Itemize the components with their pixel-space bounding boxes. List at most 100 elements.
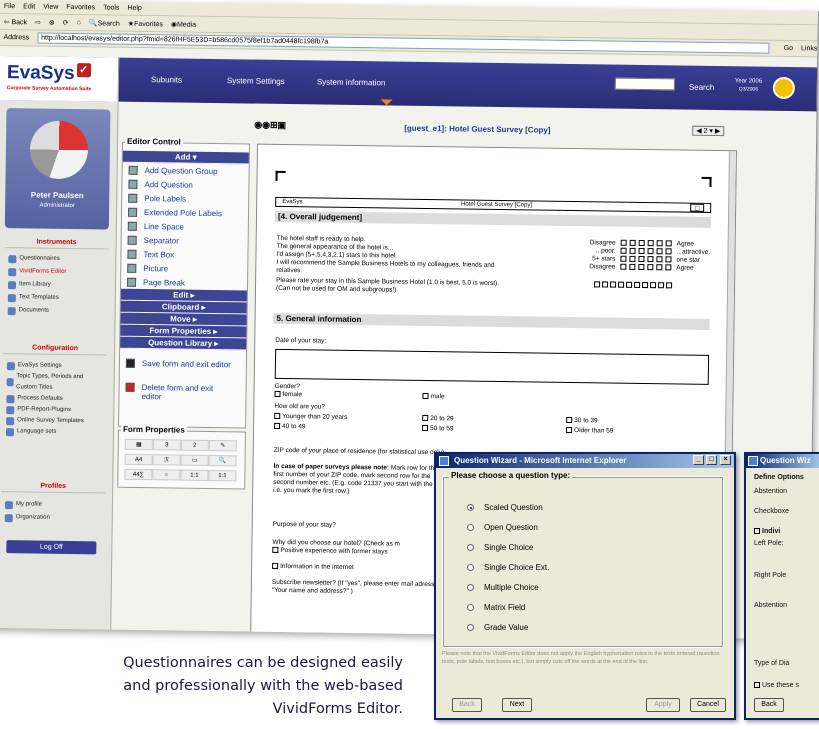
menu-documents[interactable]: Documents <box>7 304 66 318</box>
option-matrix-field[interactable]: Matrix Field <box>467 603 525 612</box>
save-exit-button[interactable]: Save form and exit editor <box>120 358 246 385</box>
back-button[interactable]: Back <box>754 698 784 712</box>
cancel-button[interactable]: Cancel <box>690 698 726 712</box>
section-overall-judgement[interactable]: [4. Overall judgement] <box>274 210 712 228</box>
apply-button[interactable]: Apply <box>646 698 680 712</box>
menu-help[interactable]: Help <box>127 5 142 12</box>
stop-icon[interactable]: ⊗ <box>49 18 55 26</box>
option-single-choice-ext[interactable]: Single Choice Ext. <box>467 563 549 572</box>
zoom-icon[interactable]: 🔍 <box>208 454 237 467</box>
menu-favorites[interactable]: Favorites <box>66 4 95 11</box>
age-option[interactable]: 40 to 49 <box>274 423 306 431</box>
option-label: Single Choice Ext. <box>484 563 550 572</box>
nav-system-information[interactable]: System information <box>317 77 386 87</box>
option-grade-value[interactable]: Grade Value <box>467 623 528 632</box>
close-button[interactable]: × <box>720 455 731 465</box>
age-option[interactable]: 30 to 39 <box>566 417 598 425</box>
control-label: Pole Labels <box>144 193 187 204</box>
age-option[interactable]: 50 to 59 <box>422 425 454 433</box>
paper-a4-button[interactable]: A4 <box>124 453 153 466</box>
control-label: Separator <box>143 235 179 246</box>
control-label: Page Break <box>143 277 185 288</box>
favorites-button[interactable]: ★Favorites <box>128 19 163 27</box>
menu-edit[interactable]: Edit <box>23 3 35 10</box>
question-library-header[interactable]: Question Library ▸ <box>120 336 247 351</box>
columns-3-button[interactable]: 3 <box>152 439 181 451</box>
menu-topic-types[interactable]: Topic Types, Periods and Custom Titles <box>6 371 103 394</box>
search-input[interactable] <box>614 77 675 91</box>
reason-internet[interactable]: Information in the internet <box>272 563 354 572</box>
back-button[interactable]: Back <box>452 698 482 712</box>
scale-boxes[interactable] <box>620 263 672 281</box>
menu-text-templates[interactable]: Text Templates <box>7 291 66 305</box>
go-button[interactable]: Go <box>784 45 793 52</box>
section-general-information[interactable]: 5. General information <box>273 312 710 330</box>
ratio-1-button[interactable]: 1:1 <box>180 469 209 481</box>
option-scaled-question[interactable]: Scaled Question <box>467 503 543 512</box>
circle-icon[interactable]: ○ <box>152 469 181 481</box>
editor-toolbar: ◉◉⊞▣ <box>254 120 286 131</box>
menu-view[interactable]: View <box>43 4 58 11</box>
menu-my-profile[interactable]: My profile <box>4 498 50 512</box>
sum-button[interactable]: 44∑ <box>124 468 153 481</box>
forward-icon[interactable]: ⇨ <box>35 18 41 26</box>
back-button[interactable]: ⇦ Back <box>4 18 27 26</box>
evasys-logo[interactable]: EvaSys ✓ Corporate Survey Automation Suit… <box>0 55 120 102</box>
date-input-box[interactable] <box>274 348 710 385</box>
nav-subunits[interactable]: Subunits <box>151 75 182 84</box>
option-single-choice[interactable]: Single Choice <box>467 543 533 552</box>
gender-male[interactable]: male <box>422 393 445 401</box>
menu-item-library[interactable]: Item Library <box>7 278 66 292</box>
menu-vividforms-editor[interactable]: VividForms Editor <box>8 265 67 279</box>
home-icon[interactable]: ⌂ <box>77 19 81 26</box>
option-open-question[interactable]: Open Question <box>467 523 538 532</box>
pie-chart-graphic <box>29 120 89 180</box>
columns-icon[interactable]: ▦ <box>124 438 153 451</box>
grade-boxes[interactable] <box>594 281 673 298</box>
menu-label: Online Survey Templates <box>17 417 84 425</box>
online-icon <box>6 416 15 425</box>
preview-icon[interactable]: ▣ <box>277 120 286 130</box>
logoff-button[interactable]: Log Off <box>6 540 97 555</box>
age-option[interactable]: 20 to 29 <box>422 415 454 423</box>
menu-tools[interactable]: Tools <box>103 4 119 11</box>
age-option[interactable]: Older than 59 <box>566 427 613 436</box>
links-label[interactable]: Links <box>801 45 817 52</box>
menu-file[interactable]: File <box>4 3 15 10</box>
subscribe-question: Subscribe newsletter? (If "yes", please … <box>271 578 442 595</box>
gender-female[interactable]: female <box>274 391 302 399</box>
menu-label: Process Defaults <box>17 395 63 402</box>
age-option[interactable]: Younger than 20 years <box>274 413 347 422</box>
prev-icon[interactable]: ◉ <box>254 120 262 130</box>
reason-former-stays[interactable]: Positive experience with former stays <box>272 547 388 557</box>
search-button[interactable]: 🔍Search <box>89 19 120 27</box>
menu-questionnaires[interactable]: Questionnaires <box>8 252 66 266</box>
font-icon[interactable]: ℛ <box>152 454 181 466</box>
maximize-button[interactable]: □ <box>706 455 717 465</box>
ie-icon <box>439 456 449 466</box>
instruments-menu: Questionnaires VividForms Editor Item Li… <box>7 252 67 318</box>
menu-organization[interactable]: Organization <box>4 511 50 525</box>
individual-checkbox[interactable]: Indivi <box>754 528 780 535</box>
minimize-button[interactable]: _ <box>693 455 704 465</box>
delete-exit-button[interactable]: Delete form and exit editor <box>119 382 245 409</box>
checkbox-icon <box>754 682 760 689</box>
search-link[interactable]: Search <box>689 83 714 92</box>
scaled-questions[interactable]: The hotel staff is ready to help. Disagr… <box>276 235 713 299</box>
use-these-checkbox[interactable]: Use these s <box>754 682 799 689</box>
page-break-icon <box>127 277 137 287</box>
nav-system-settings[interactable]: System Settings <box>227 76 285 86</box>
page-selector[interactable]: ◀ 2 ▾ ▶ <box>692 125 725 137</box>
ratio-2-button[interactable]: 1:1 <box>208 469 237 482</box>
columns-2-button[interactable]: 2 <box>180 439 209 451</box>
next-icon[interactable]: ◉ <box>262 120 270 130</box>
next-button[interactable]: Next <box>502 698 532 712</box>
option-multiple-choice[interactable]: Multiple Choice <box>467 583 539 592</box>
control-label: Picture <box>143 263 169 273</box>
refresh-icon[interactable]: ⟳ <box>63 18 69 26</box>
pencil-icon[interactable]: ✎ <box>208 439 237 452</box>
folder-icon[interactable]: ▭ <box>180 454 209 466</box>
menu-language-sets[interactable]: Language sets <box>5 426 102 438</box>
media-button[interactable]: ◉Media <box>171 20 196 28</box>
configuration-menu: EvaSys Settings Topic Types, Periods and… <box>5 360 103 438</box>
